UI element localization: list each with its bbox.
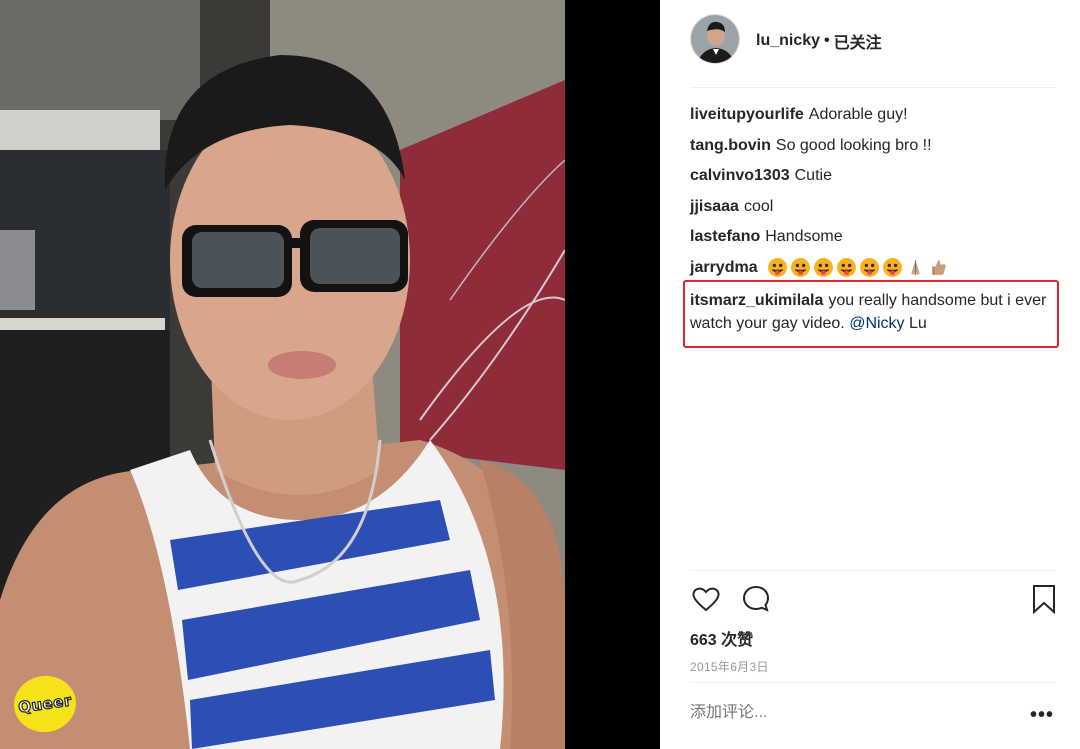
post-photo-panel: Queer [0,0,660,749]
face-with-tongue-icon [883,258,902,278]
highlight-annotation-box [683,280,1059,348]
folded-hands-icon [911,260,920,276]
comment-item: jjisaaa cool [690,196,1060,218]
comment-item: lastefano Handsome [690,226,1060,248]
add-comment-input[interactable] [690,704,990,722]
header-separator: • [824,32,830,49]
author-username[interactable]: lu_nicky [756,32,820,50]
face-with-tongue-icon [791,258,810,278]
header-text: lu_nicky • 已关注 [756,29,882,53]
comment-emoji-row [767,257,949,278]
comment-item: calvinvo1303 Cutie [690,165,1060,187]
bookmark-icon[interactable] [1028,583,1060,615]
action-bar [690,570,1056,632]
post-photo[interactable]: Queer [0,0,565,749]
comment-text: Handsome [765,228,843,246]
more-options-button[interactable]: ••• [1030,705,1054,725]
comment-username[interactable]: tang.bovin [690,137,771,154]
comment-text: cool [743,197,774,215]
face-with-tongue-icon [837,258,856,278]
face-with-tongue-icon [814,258,833,278]
avatar-image [691,15,739,63]
comments-list: liveitupyourlife Adorable guy! tang.bovin… [690,104,1060,288]
comment-username[interactable]: liveitupyourlife [690,106,804,123]
face-with-tongue-icon [860,258,879,278]
face-with-tongue-icon [768,258,787,278]
comment-username[interactable]: jarrydma [690,259,758,276]
comment-text: So good looking bro !! [775,136,932,154]
comment-item: liveitupyourlife Adorable guy! [690,104,1060,126]
post-side-panel: lu_nicky • 已关注 liveitupyourlife Adorable … [660,0,1080,749]
divider [690,682,1056,683]
comment-item: jarrydma [690,257,1060,279]
post-header: lu_nicky • 已关注 [690,14,1056,88]
speech-bubble-icon[interactable] [740,583,772,615]
comment-item: tang.bovin So good looking bro !! [690,135,1060,157]
post-date: 2015年6月3日 [690,660,769,674]
avatar[interactable] [690,14,740,64]
likes-count[interactable]: 663 次赞 [690,626,753,650]
queer-watermark-text: Queer [17,691,74,717]
comment-text: Adorable guy! [808,106,908,123]
comment-text: Cutie [794,167,832,185]
follow-status-button[interactable]: 已关注 [834,29,882,53]
heart-icon[interactable] [690,583,722,615]
comment-username[interactable]: lastefano [690,228,760,245]
comment-username[interactable]: jjisaaa [690,198,739,215]
thumbs-up-icon [932,260,946,276]
photo-illustration [0,0,565,749]
comment-username[interactable]: calvinvo1303 [690,167,790,184]
